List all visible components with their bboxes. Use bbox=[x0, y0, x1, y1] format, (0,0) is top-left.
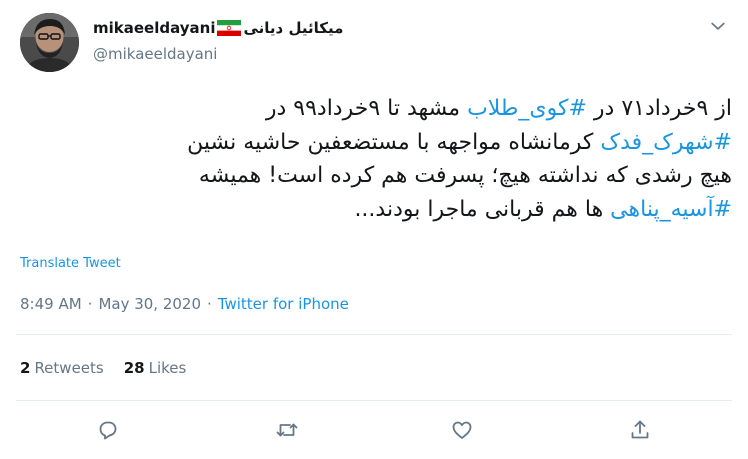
meta-separator: · bbox=[207, 295, 212, 313]
tweet-text-segment: مشهد تا ۹خرداد۹۹ در bbox=[265, 96, 468, 121]
hashtag-link[interactable]: #آسیه_پناهی bbox=[610, 197, 732, 222]
likes-count: 28 bbox=[123, 359, 145, 377]
author-handle[interactable]: @mikaeeldayani bbox=[93, 45, 217, 63]
hashtag-link[interactable]: #شهرک_فدک bbox=[600, 130, 732, 155]
tweet-text-line: #آسیه_پناهی ها هم قربانی ماجرا بودند... bbox=[16, 193, 732, 227]
tweet-text-segment: کرمانشاه مواجهه با مستضعفین حاشیه نشین bbox=[187, 129, 601, 155]
divider bbox=[16, 334, 732, 335]
meta-separator: · bbox=[87, 295, 93, 313]
retweets-stat[interactable]: 2 Retweets bbox=[20, 359, 104, 377]
engagement-stats: 2 Retweets 28 Likes bbox=[20, 359, 186, 377]
author-name-row[interactable]: mikaeeldayani میکائیل دیانی bbox=[93, 16, 343, 40]
reply-icon[interactable] bbox=[93, 415, 123, 445]
tweet-text-segment: ها هم قربانی ماجرا بودند... bbox=[354, 196, 611, 222]
author-display-name-fa[interactable]: میکائیل دیانی bbox=[243, 19, 343, 37]
tweet-text-segment: از ۹خرداد۷۱ در bbox=[586, 96, 732, 121]
avatar-photo bbox=[20, 13, 79, 72]
avatar[interactable] bbox=[20, 13, 79, 72]
tweet-text-line: از ۹خرداد۷۱ در #کوی_طلاب مشهد تا ۹خرداد۹… bbox=[16, 92, 732, 126]
tweet-source-link[interactable]: Twitter for iPhone bbox=[218, 295, 349, 313]
retweet-icon[interactable] bbox=[272, 415, 302, 445]
share-icon[interactable] bbox=[625, 415, 655, 445]
tweet-date[interactable]: May 30, 2020 bbox=[98, 295, 201, 313]
heart-icon[interactable] bbox=[447, 415, 477, 445]
tweet-text-line: #شهرک_فدک کرمانشاه مواجهه با مستضعفین حا… bbox=[16, 126, 732, 160]
author-display-name[interactable]: mikaeeldayani bbox=[93, 19, 215, 37]
iran-flag-icon bbox=[217, 20, 242, 36]
tweet-metadata: 8:49 AM · May 30, 2020 · Twitter for iPh… bbox=[20, 295, 349, 313]
tweet-text-line: هیچ رشدی که نداشته هیچ؛ پسرفت هم کرده اس… bbox=[16, 159, 732, 193]
translate-tweet-link[interactable]: Translate Tweet bbox=[20, 256, 121, 271]
retweets-label: Retweets bbox=[34, 359, 104, 377]
tweet-text: از ۹خرداد۷۱ در #کوی_طلاب مشهد تا ۹خرداد۹… bbox=[16, 92, 732, 226]
tweet-text-segment: هیچ رشدی که نداشته هیچ؛ پسرفت هم کرده اس… bbox=[198, 163, 732, 188]
retweets-count: 2 bbox=[20, 359, 31, 377]
hashtag-link[interactable]: #کوی_طلاب bbox=[467, 96, 587, 121]
likes-stat[interactable]: 28 Likes bbox=[124, 359, 187, 377]
tweet-actions bbox=[0, 415, 748, 445]
tweet-time[interactable]: 8:49 AM bbox=[20, 295, 82, 313]
chevron-down-icon[interactable] bbox=[706, 14, 730, 38]
likes-label: Likes bbox=[148, 359, 187, 377]
divider bbox=[16, 400, 732, 401]
